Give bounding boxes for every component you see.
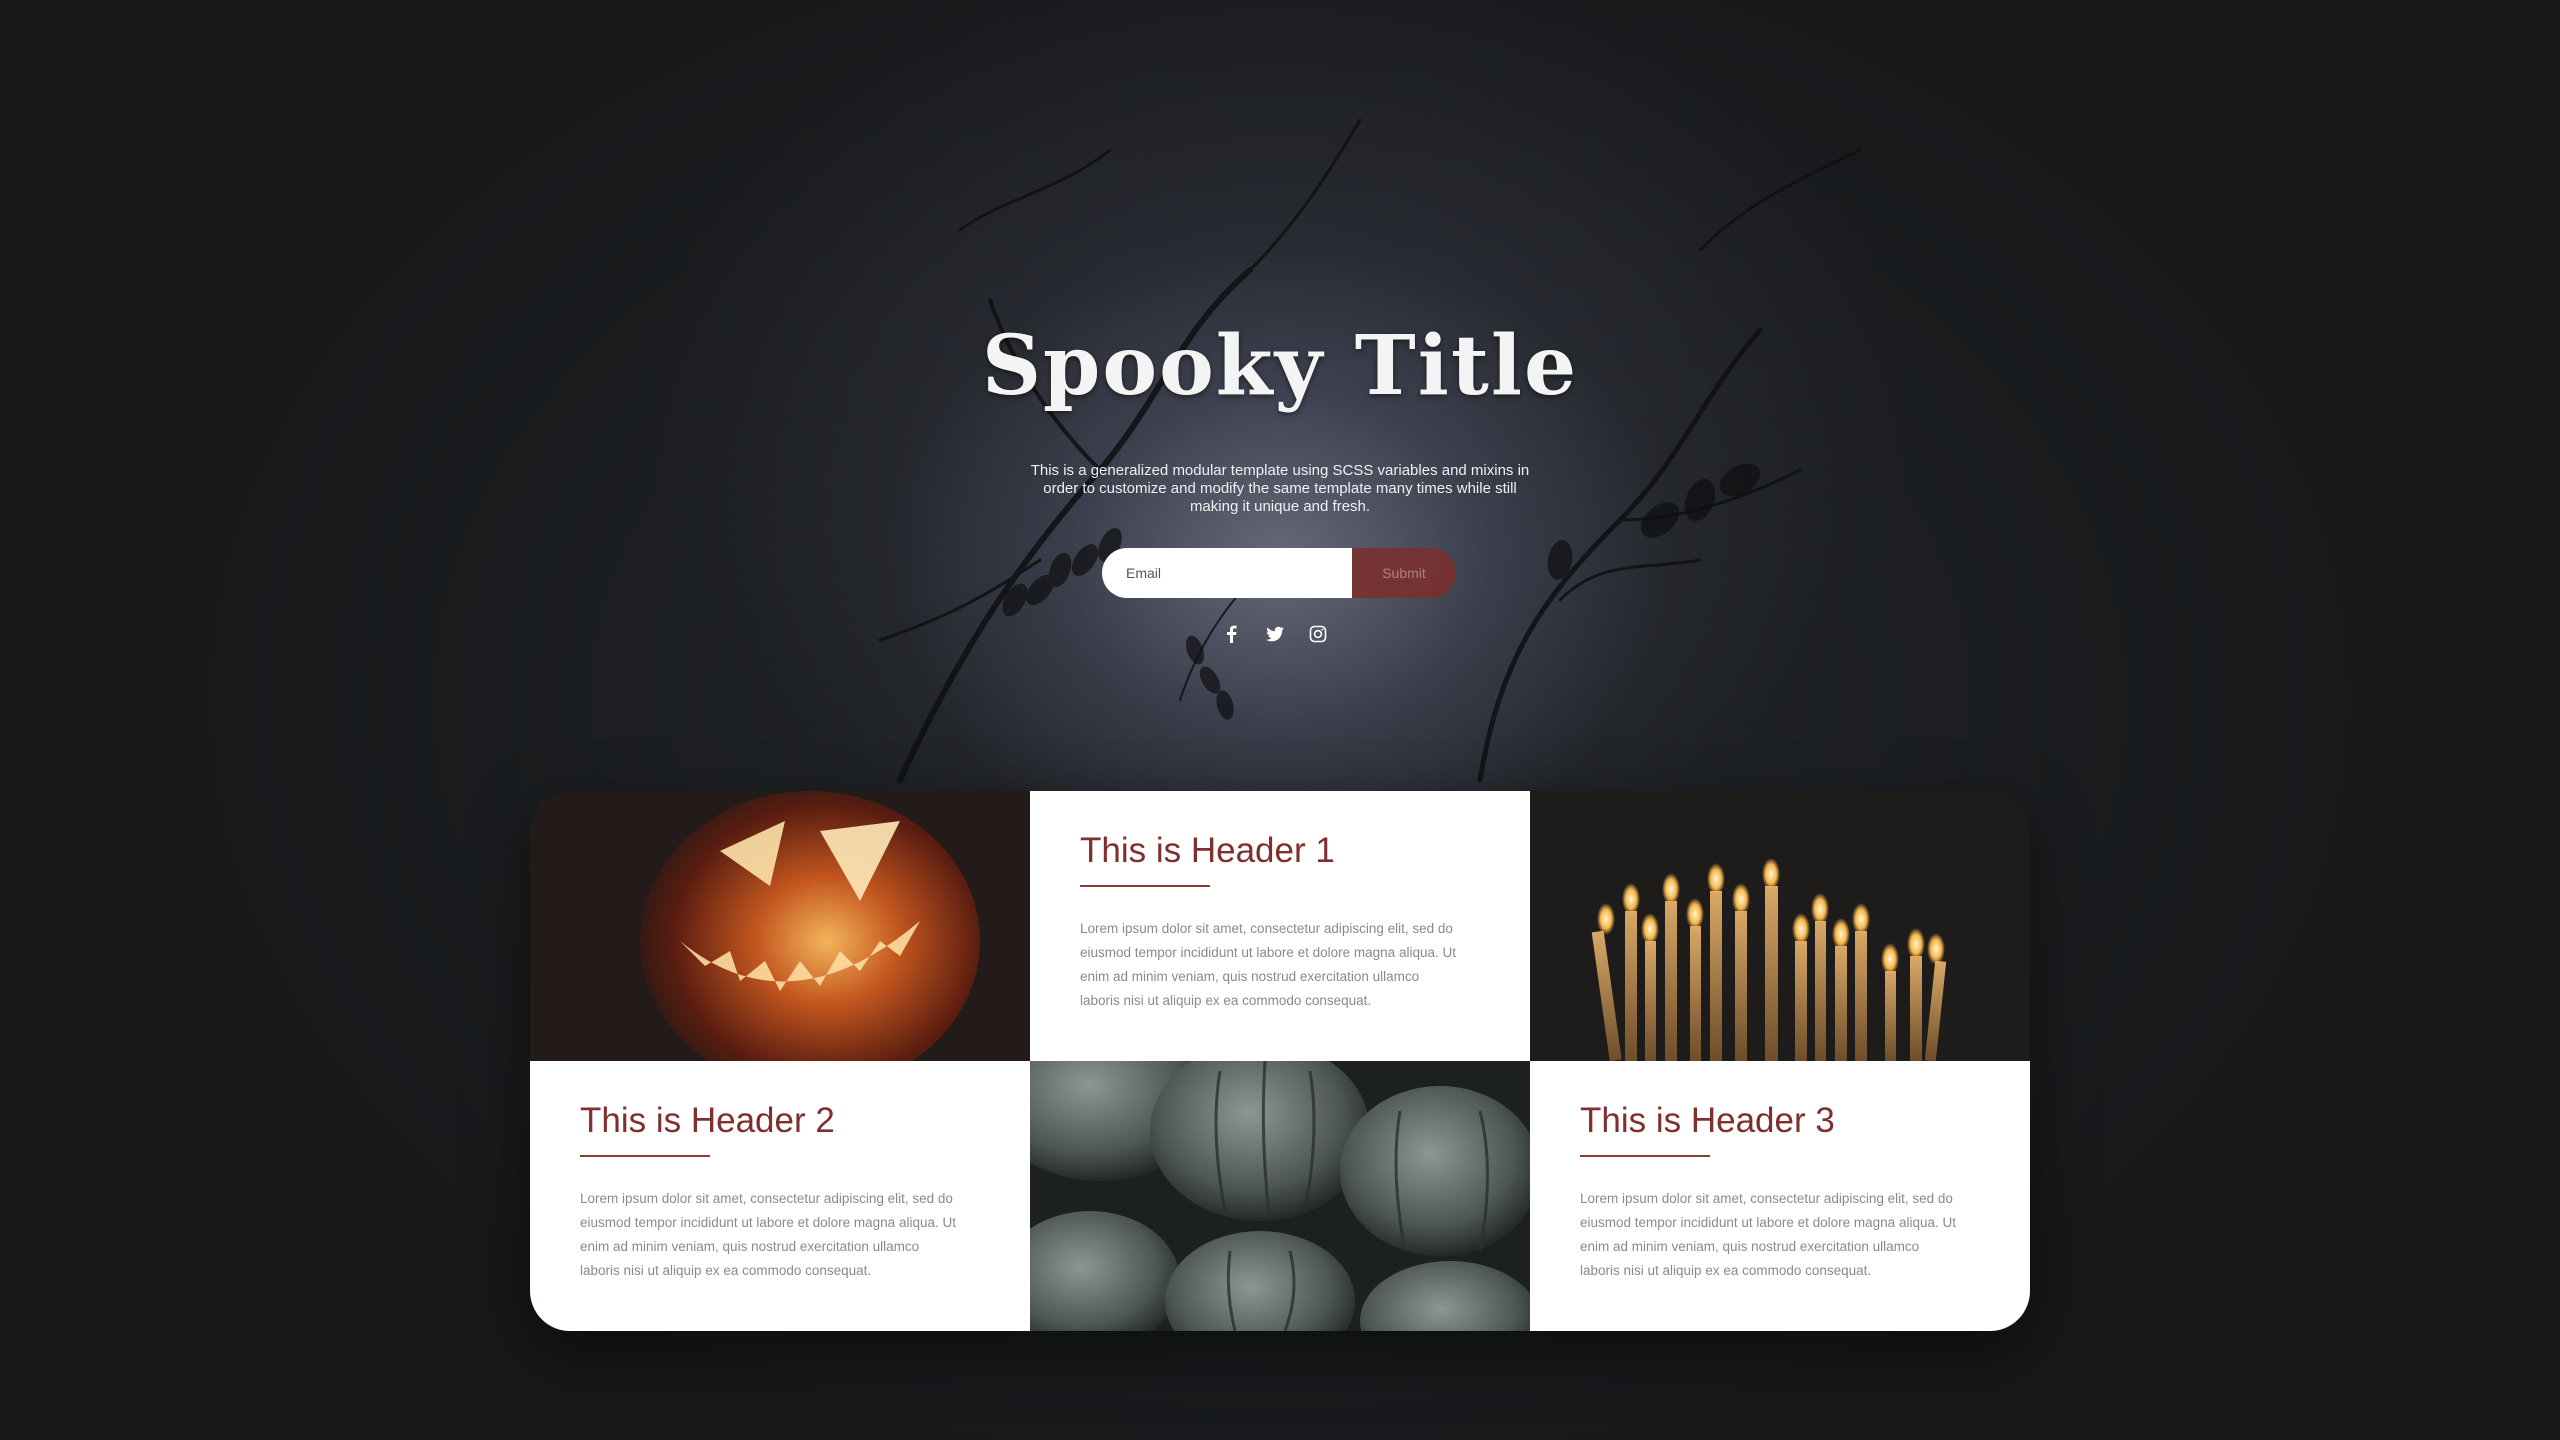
jack-o-lantern-image: [530, 791, 1030, 1061]
newsletter-form: Submit: [1102, 548, 1456, 598]
candles-image: [1530, 791, 2030, 1061]
pumpkins-image: [1030, 1061, 1530, 1331]
submit-button[interactable]: Submit: [1352, 548, 1456, 598]
email-input[interactable]: [1102, 548, 1352, 598]
title-underline: [1080, 885, 1210, 887]
title-underline: [1580, 1155, 1710, 1157]
card-header-2: This is Header 2 Lorem ipsum dolor sit a…: [530, 1061, 1030, 1331]
card-body: Lorem ipsum dolor sit amet, consectetur …: [1580, 1191, 1956, 1278]
hero-subtitle: This is a generalized modular template u…: [1030, 462, 1530, 515]
facebook-icon[interactable]: [1222, 624, 1242, 644]
card-header-3: This is Header 3 Lorem ipsum dolor sit a…: [1530, 1061, 2030, 1331]
card-body: Lorem ipsum dolor sit amet, consectetur …: [580, 1191, 956, 1278]
card-body: Lorem ipsum dolor sit amet, consectetur …: [1080, 921, 1456, 1008]
card-header-1: This is Header 1 Lorem ipsum dolor sit a…: [1030, 791, 1530, 1061]
card-title: This is Header 2: [580, 1101, 835, 1140]
instagram-icon[interactable]: [1308, 624, 1328, 644]
hero-section: Spooky Title This is a generalized modul…: [0, 0, 2560, 790]
twitter-icon[interactable]: [1265, 624, 1285, 644]
title-underline: [580, 1155, 710, 1157]
social-links: [1222, 624, 1328, 644]
page-title: Spooky Title: [981, 318, 1579, 414]
card-title: This is Header 3: [1580, 1101, 1835, 1140]
card-title: This is Header 1: [1080, 831, 1335, 870]
feature-grid: This is Header 1 Lorem ipsum dolor sit a…: [530, 791, 2030, 1331]
